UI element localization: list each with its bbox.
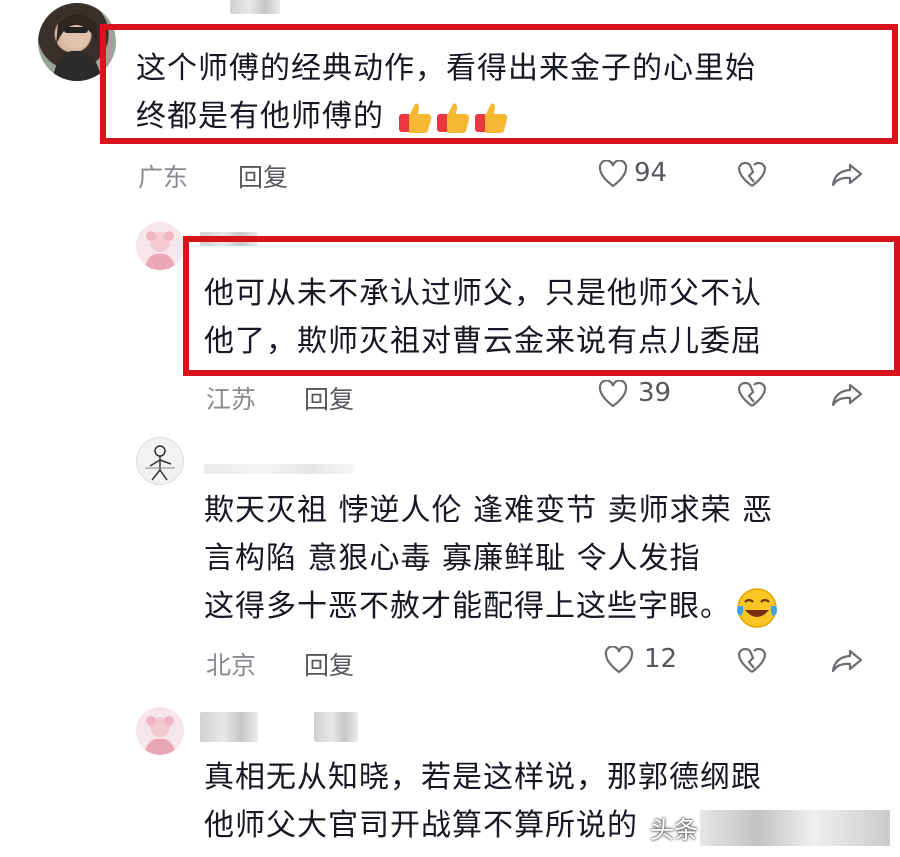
location-label: 广东 bbox=[138, 163, 189, 192]
like-count: 39 bbox=[638, 378, 672, 408]
comment-text-line: 言构陷 意狠心毒 寡廉鲜耻 令人发指 bbox=[204, 541, 701, 576]
share-icon[interactable] bbox=[830, 382, 864, 408]
avatar[interactable] bbox=[136, 222, 184, 270]
laughing-crying-emoji-icon bbox=[731, 587, 779, 628]
username-blurred bbox=[200, 712, 258, 742]
like-count: 94 bbox=[634, 158, 668, 188]
avatar-sketch-icon bbox=[145, 445, 175, 481]
avatar[interactable] bbox=[136, 707, 184, 755]
share-icon[interactable] bbox=[830, 162, 864, 188]
comment-text-line: 真相无从知晓，若是这样说，那郭德纲跟 bbox=[204, 760, 762, 795]
heart-icon[interactable] bbox=[604, 646, 634, 674]
heart-icon[interactable] bbox=[598, 160, 628, 188]
avatar-illustration-icon bbox=[144, 716, 176, 755]
comment-text-line: 终都是有他师傅的 bbox=[136, 93, 509, 141]
username-blurred bbox=[204, 464, 354, 474]
comment-text-line: 这得多十恶不赦才能配得上这些字眼。 bbox=[204, 583, 779, 631]
reply-button[interactable]: 回复 bbox=[238, 158, 288, 194]
reply-button[interactable]: 回复 bbox=[304, 380, 354, 416]
like-count: 12 bbox=[644, 644, 678, 674]
reply-button[interactable]: 回复 bbox=[304, 646, 354, 682]
comment-text-segment: 这得多十恶不赦才能配得上这些字眼。 bbox=[204, 589, 731, 624]
thumbs-up-emoji-icon bbox=[384, 99, 509, 134]
heart-icon[interactable] bbox=[598, 380, 628, 408]
blurred-overlay bbox=[700, 810, 890, 846]
location-label: 江苏 bbox=[206, 385, 257, 414]
share-icon[interactable] bbox=[830, 648, 864, 674]
comment-text-line: 这个师傅的经典动作，看得出来金子的心里始 bbox=[136, 51, 756, 86]
comment-text-line: 他可从未不承认过师父，只是他师父不认 bbox=[204, 276, 762, 311]
watermark: 头条 bbox=[650, 816, 698, 844]
dislike-icon[interactable] bbox=[736, 380, 768, 408]
avatar-illustration-icon bbox=[144, 231, 176, 270]
dislike-icon[interactable] bbox=[736, 646, 768, 674]
location-label: 北京 bbox=[206, 651, 257, 680]
dislike-icon[interactable] bbox=[736, 160, 768, 188]
comment-text-line: 他了，欺师灭祖对曹云金来说有点儿委屈 bbox=[204, 324, 762, 359]
avatar[interactable] bbox=[136, 437, 184, 485]
comment-text-line: 他师父大官司开战算不算所说的 bbox=[204, 808, 638, 843]
username-blurred bbox=[230, 0, 280, 14]
comment-text-segment: 终都是有他师傅的 bbox=[136, 99, 384, 134]
comment-text-line: 欺天灭祖 悖逆人伦 逢难变节 卖师求荣 恶 bbox=[204, 493, 774, 528]
username-blurred bbox=[314, 712, 358, 742]
